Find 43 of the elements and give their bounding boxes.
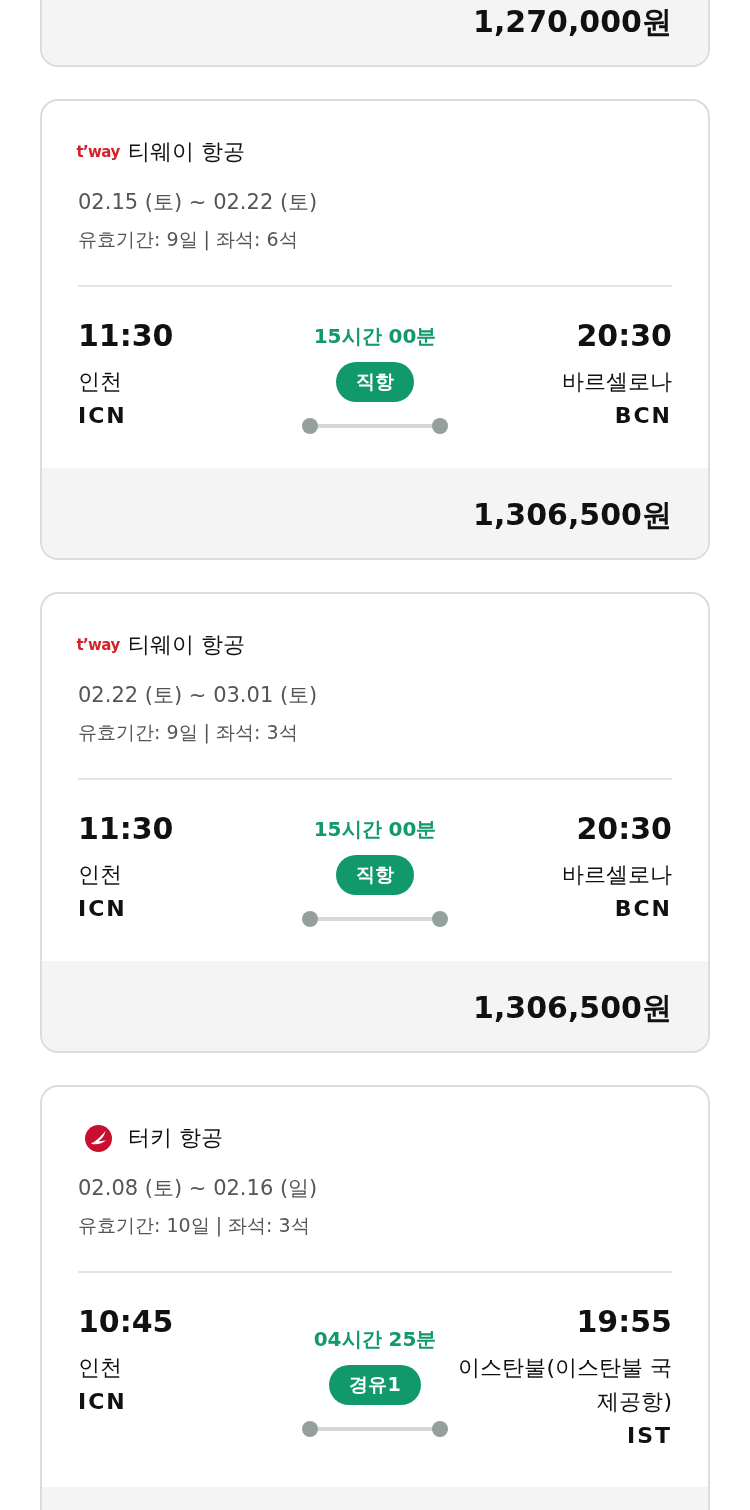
airport-code: ICN — [78, 402, 128, 430]
flight-duration: 04시간 25분 — [313, 1326, 437, 1351]
city-name: 인천 — [78, 368, 123, 396]
airport-code: BCN — [613, 895, 672, 923]
validity-seats: 유효기간: 9일 | 좌석: 3석 — [78, 718, 672, 746]
city-name: 인천 — [78, 861, 123, 889]
travel-dates: 02.08 (토) ~ 02.16 (일) — [78, 1175, 319, 1202]
airline-name: 티웨이 항공 — [128, 631, 245, 659]
flight-card[interactable]: t’way 티웨이 항공 02.22 (토) ~ 03.01 (토) 유효기간: 9일 | 좌석: 3석 11:30 인천 ICN 15시간 00분 직항 20:30 바르셀로나 BCN 1,306,500원 — [40, 592, 710, 1053]
price: 1,270,000원 — [472, 4, 672, 40]
flight-card[interactable]: 1,270,000원 — [40, 0, 710, 67]
validity-seats: 유효기간: 10일 | 좌석: 3석 — [78, 1211, 672, 1239]
price: 1,306,500원 — [472, 497, 672, 533]
city-name: 바르셀로나 — [561, 861, 672, 889]
departure-time: 10:45 — [78, 1304, 175, 1340]
arrival-time: 19:55 — [575, 1304, 672, 1340]
city-name: 이스탄불(이스탄불 국제공항) — [457, 1354, 672, 1416]
bird-circle-icon — [84, 1124, 112, 1152]
flight-duration: 15시간 00분 — [313, 324, 437, 348]
flight-card[interactable]: 터키 항공 02.08 (토) ~ 02.16 (일) 유효기간: 10일 | 좌석: 3석 10:45 인천 ICN 04시간 25분 경유1 19:55 이스탄불(이스탄불 국제공항) IST — [40, 1085, 710, 1510]
airport-code: ICN — [78, 1388, 128, 1416]
travel-dates: 02.22 (토) ~ 03.01 (토) — [78, 682, 319, 709]
departure-time: 11:30 — [78, 811, 175, 847]
airline-name: 터키 항공 — [128, 1124, 223, 1152]
airline-logo: t’way — [76, 636, 120, 654]
stops-badge: 직항 — [336, 362, 414, 402]
airport-code: BCN — [613, 402, 672, 430]
validity-seats: 유효기간: 9일 | 좌석: 6석 — [78, 225, 672, 253]
departure-time: 11:30 — [78, 318, 175, 354]
arrival-time: 20:30 — [575, 811, 672, 847]
travel-dates: 02.15 (토) ~ 02.22 (토) — [78, 189, 319, 216]
arrival-time: 20:30 — [575, 318, 672, 354]
price: 1,306,500원 — [472, 990, 672, 1026]
airline-logo: t’way — [76, 143, 120, 161]
flight-duration: 15시간 00분 — [313, 817, 437, 841]
stops-badge: 경유1 — [329, 1364, 421, 1405]
city-name: 바르셀로나 — [561, 368, 672, 396]
flight-card[interactable]: t’way 티웨이 항공 02.15 (토) ~ 02.22 (토) 유효기간: 9일 | 좌석: 6석 11:30 인천 ICN 15시간 00분 직항 20:30 바르셀로나 BCN 1,306,500원 — [40, 99, 710, 560]
airport-code: ICN — [78, 895, 128, 923]
stops-badge: 직항 — [336, 855, 414, 895]
city-name: 인천 — [78, 1354, 123, 1382]
airport-code: IST — [625, 1422, 672, 1450]
airline-name: 티웨이 항공 — [128, 138, 245, 166]
